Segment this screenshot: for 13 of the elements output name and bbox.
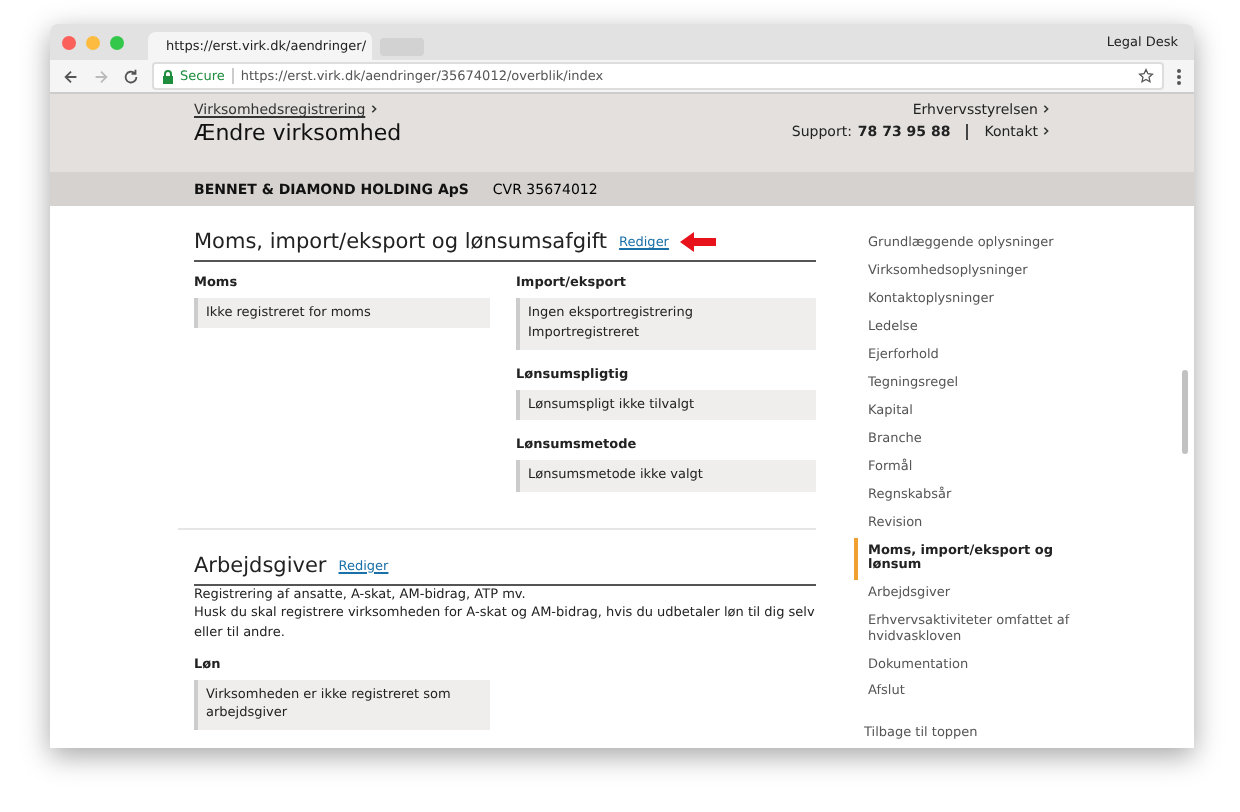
forward-arrow-icon[interactable] (92, 67, 110, 85)
section-title: Arbejdsgiver (194, 553, 327, 578)
section-title: Moms, import/eksport og lønsumsafgift (194, 230, 608, 254)
chevron-icon (1042, 104, 1050, 114)
lock-icon (162, 69, 174, 83)
scrollbar[interactable] (1182, 370, 1188, 454)
reload-icon[interactable] (122, 67, 140, 85)
page-title: Ændre virksomhed (194, 120, 402, 146)
back-arrow-icon[interactable] (62, 67, 80, 85)
star-icon[interactable] (1138, 68, 1154, 84)
chevron-icon (1042, 126, 1050, 136)
chevron-icon (369, 104, 378, 114)
menu-icon[interactable] (1176, 67, 1182, 85)
